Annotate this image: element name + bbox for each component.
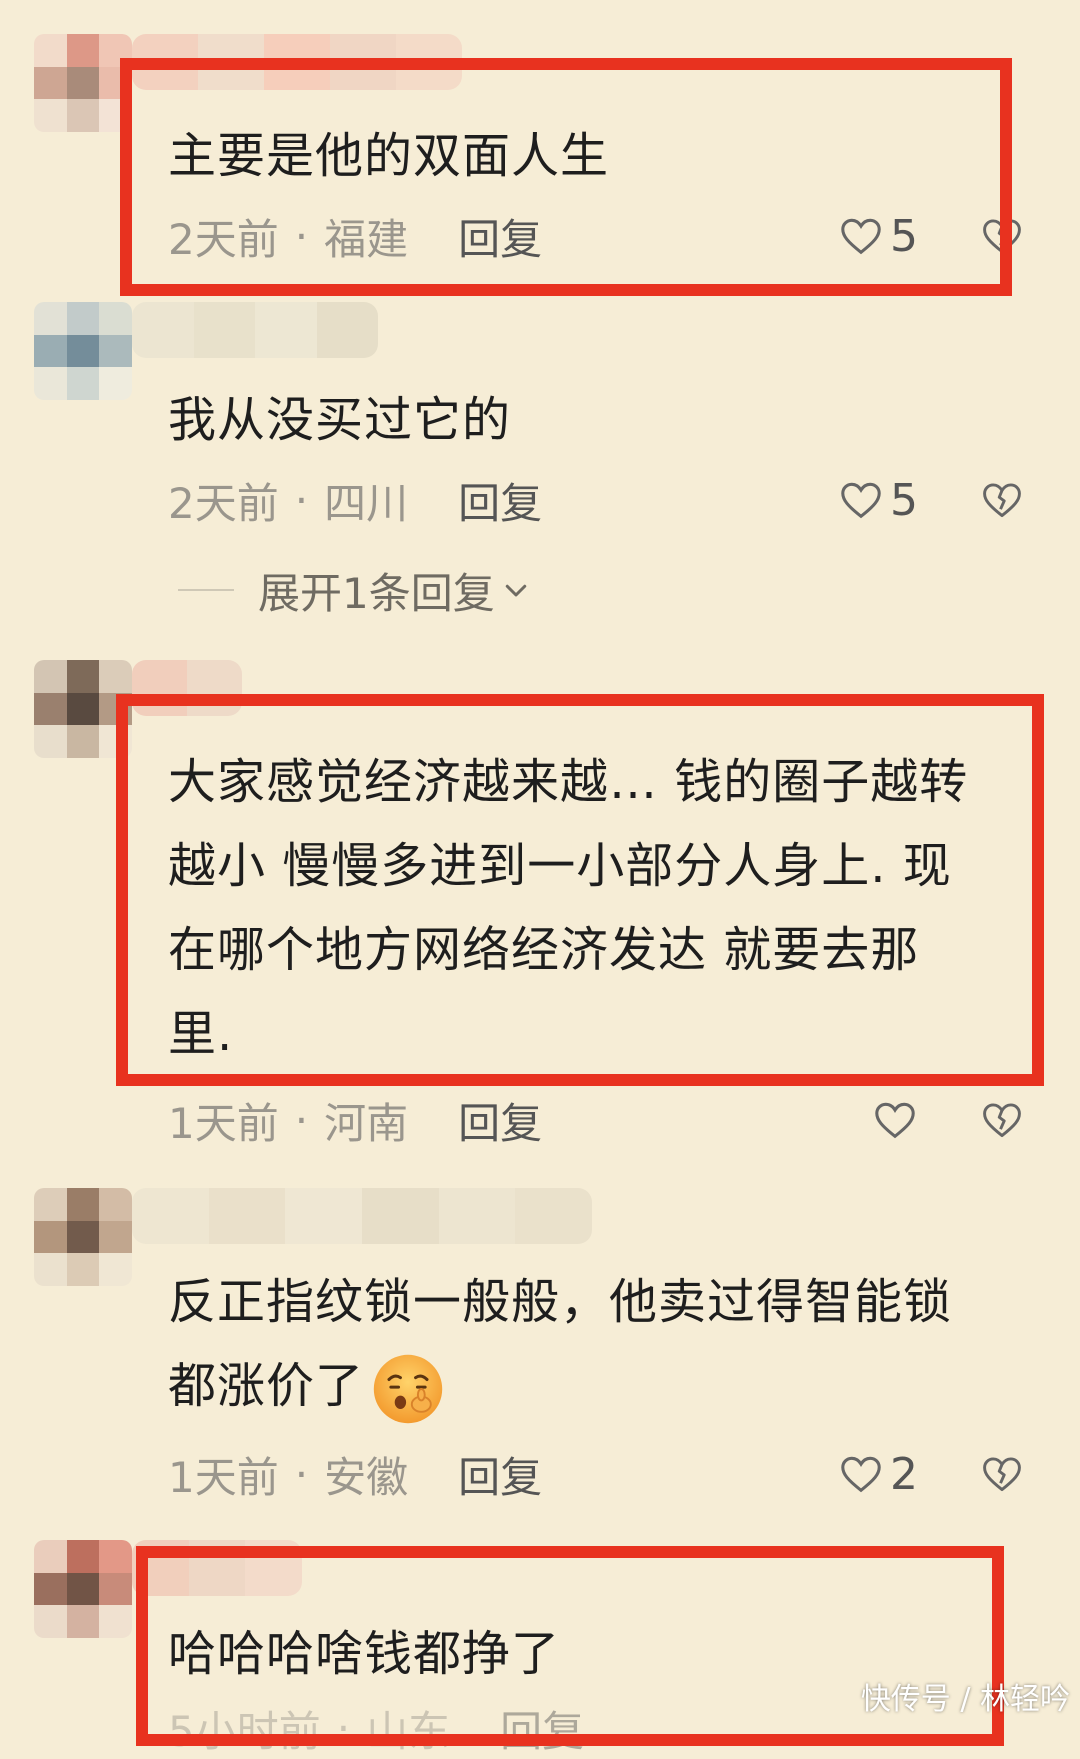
meta-separator: · bbox=[294, 1449, 309, 1499]
heart-icon bbox=[875, 1102, 915, 1139]
like-count: 5 bbox=[890, 210, 918, 262]
broken-heart-icon bbox=[983, 1457, 1021, 1492]
reply-button[interactable]: 回复 bbox=[458, 1444, 542, 1505]
heart-icon bbox=[841, 482, 881, 519]
chevron-down-icon bbox=[505, 584, 526, 597]
like-button[interactable]: 2 bbox=[838, 1446, 918, 1502]
comment-text: 哈哈哈啥钱都挣了 bbox=[168, 1626, 561, 1682]
reply-button[interactable]: 回复 bbox=[458, 1090, 542, 1151]
username-blurred[interactable] bbox=[132, 1188, 592, 1244]
avatar[interactable] bbox=[34, 1540, 132, 1638]
comment-meta: 2天前 · 四川 回复 bbox=[168, 472, 542, 528]
heart-icon bbox=[841, 1456, 881, 1493]
broken-heart-icon bbox=[983, 219, 1021, 254]
reply-button[interactable]: 回复 bbox=[458, 206, 542, 267]
meta-separator: · bbox=[294, 475, 309, 525]
avatar[interactable] bbox=[34, 660, 132, 758]
comment-location: 河南 bbox=[324, 1098, 409, 1148]
avatar[interactable] bbox=[34, 34, 132, 132]
reply-button[interactable]: 回复 bbox=[500, 1698, 584, 1759]
broken-heart-icon bbox=[983, 1103, 1021, 1138]
comment-text: 反正指纹锁一般般，他卖过得智能锁 都涨价了 bbox=[168, 1260, 952, 1428]
reply-button[interactable]: 回复 bbox=[458, 470, 542, 531]
heart-icon bbox=[841, 218, 881, 255]
comment-time: 2天前 bbox=[168, 478, 279, 528]
comment-location: 山东 bbox=[366, 1706, 451, 1756]
like-count: 5 bbox=[890, 474, 918, 526]
dislike-button[interactable] bbox=[980, 1092, 1026, 1148]
like-button[interactable]: 5 bbox=[838, 472, 918, 528]
comment-text-content: 反正指纹锁一般般，他卖过得智能锁 都涨价了 bbox=[168, 1274, 953, 1414]
dislike-button[interactable] bbox=[980, 472, 1026, 528]
meta-separator: · bbox=[294, 211, 309, 261]
comment-list: 主要是他的双面人生 2天前 · 福建 回复 5 我从没买过它的 2天前 · 四川… bbox=[0, 0, 1080, 1756]
shushing-face-icon bbox=[370, 1351, 446, 1427]
like-count: 2 bbox=[890, 1448, 918, 1500]
comment-meta: 2天前 · 福建 回复 bbox=[168, 208, 542, 264]
comment-text: 大家感觉经济越来越… 钱的圈子越转 越小 慢慢多进到一小部分人身上. 现 在哪个… bbox=[168, 754, 969, 1062]
like-button[interactable]: 5 bbox=[838, 208, 918, 264]
meta-separator: · bbox=[294, 1095, 309, 1145]
avatar[interactable] bbox=[34, 1188, 132, 1286]
username-blurred[interactable] bbox=[132, 302, 378, 358]
username-blurred[interactable] bbox=[132, 34, 462, 90]
like-button[interactable] bbox=[872, 1092, 924, 1148]
expand-replies-label: 展开1条回复 bbox=[258, 568, 495, 618]
comment-location: 四川 bbox=[324, 478, 409, 528]
watermark: 快传号 / 林轻吟 bbox=[860, 1682, 1070, 1717]
comment-time: 1天前 bbox=[168, 1098, 279, 1148]
expand-replies-button[interactable]: 展开1条回复 bbox=[178, 562, 531, 618]
comment-meta: 5小时前 · 山东 回复 bbox=[168, 1700, 584, 1756]
avatar[interactable] bbox=[34, 302, 132, 400]
broken-heart-icon bbox=[983, 483, 1021, 518]
comment-time: 1天前 bbox=[168, 1452, 279, 1502]
username-blurred[interactable] bbox=[132, 1540, 302, 1596]
comment-location: 安徽 bbox=[324, 1452, 409, 1502]
comment-meta: 1天前 · 河南 回复 bbox=[168, 1092, 542, 1148]
comment-location: 福建 bbox=[324, 214, 409, 264]
comment-text: 我从没买过它的 bbox=[168, 392, 512, 448]
comment-time: 5小时前 bbox=[168, 1706, 321, 1756]
comment-text: 主要是他的双面人生 bbox=[168, 128, 610, 184]
dislike-button[interactable] bbox=[980, 208, 1026, 264]
meta-separator: · bbox=[336, 1703, 351, 1753]
comment-meta: 1天前 · 安徽 回复 bbox=[168, 1446, 542, 1502]
dislike-button[interactable] bbox=[980, 1446, 1026, 1502]
expand-divider bbox=[178, 589, 234, 591]
username-blurred[interactable] bbox=[132, 660, 242, 716]
comment-time: 2天前 bbox=[168, 214, 279, 264]
